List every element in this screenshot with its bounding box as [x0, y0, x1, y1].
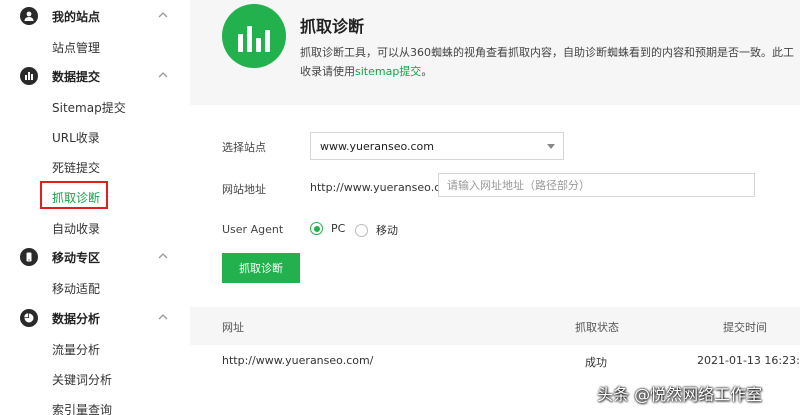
sidebar-section-label: 我的站点: [52, 10, 101, 24]
user-agent-label: User Agent: [222, 223, 284, 236]
ua-option-label: PC: [331, 222, 346, 235]
crawl-diagnosis-logo-icon: [222, 4, 286, 68]
ua-option-label: 移动: [376, 224, 398, 237]
column-header-time: 提交时间: [723, 321, 767, 334]
logo-bar: [265, 30, 270, 52]
row-url[interactable]: http://www.yueranseo.com/: [222, 354, 373, 367]
logo-bar: [247, 26, 252, 52]
row-status: 成功: [585, 356, 607, 369]
sidebar-item-sitemap-submit[interactable]: Sitemap提交: [52, 99, 126, 116]
sidebar-section-label: 移动专区: [52, 251, 101, 265]
sidebar-item-keyword-analysis[interactable]: 关键词分析: [52, 371, 112, 388]
bar-chart-icon: [20, 67, 38, 85]
pie-chart-icon: [20, 309, 38, 327]
sidebar-item-site-management[interactable]: 站点管理: [52, 39, 100, 56]
sidebar-item-index-query[interactable]: 索引量查询: [52, 401, 112, 415]
description-line: 收录请使用sitemap提交。: [300, 62, 800, 81]
chevron-up-icon[interactable]: [158, 312, 168, 322]
chevron-up-icon[interactable]: [158, 70, 168, 80]
chevron-up-icon[interactable]: [158, 10, 168, 20]
ua-radio-pc[interactable]: PC: [310, 222, 345, 235]
crawl-diagnosis-button[interactable]: 抓取诊断: [222, 253, 300, 283]
sidebar-section-label: 数据提交: [52, 70, 101, 84]
sidebar-section-data-analysis[interactable]: 数据分析: [0, 303, 190, 333]
logo-bar: [256, 38, 261, 52]
sidebar-item-crawl-diagnosis[interactable]: 抓取诊断: [52, 189, 100, 206]
sidebar-section-my-sites[interactable]: 我的站点: [0, 1, 190, 31]
mobile-icon: [20, 248, 38, 266]
sidebar-section-mobile[interactable]: 移动专区: [0, 242, 190, 272]
radio-unchecked-icon: [355, 223, 368, 237]
column-header-url: 网址: [222, 321, 244, 334]
url-label: 网站地址: [222, 183, 266, 196]
sidebar-section-label: 数据分析: [52, 312, 101, 326]
logo-bar: [238, 34, 243, 52]
sidebar-item-mobile-adapt[interactable]: 移动适配: [52, 280, 100, 297]
sidebar-item-deadlink-submit[interactable]: 死链提交: [52, 159, 100, 176]
app-root: 我的站点 站点管理 数据提交 Sitemap提交 URL收录 死链提交 抓取诊断…: [0, 0, 800, 415]
sidebar: 我的站点 站点管理 数据提交 Sitemap提交 URL收录 死链提交 抓取诊断…: [0, 0, 190, 415]
sidebar-item-auto-index[interactable]: 自动收录: [52, 220, 100, 237]
ua-radio-mobile[interactable]: 移动: [355, 222, 398, 238]
description-text: 。: [421, 65, 433, 78]
sitemap-submit-link[interactable]: sitemap提交: [355, 65, 421, 78]
site-select-value: www.yueranseo.com: [320, 140, 434, 153]
url-path-input[interactable]: [438, 173, 755, 197]
site-select[interactable]: www.yueranseo.com: [310, 132, 564, 160]
sidebar-item-url-index[interactable]: URL收录: [52, 129, 100, 146]
results-table-header: 网址 抓取状态 提交时间: [190, 307, 800, 345]
chevron-up-icon[interactable]: [158, 251, 168, 261]
site-select-label: 选择站点: [222, 141, 266, 154]
sidebar-item-traffic-analysis[interactable]: 流量分析: [52, 341, 100, 358]
description-text: 收录请使用: [300, 65, 355, 78]
radio-checked-icon: [310, 222, 323, 235]
description-line: 抓取诊断工具，可以从360蜘蛛的视角查看抓取内容，自助诊断蜘蛛看到的内容和预期是…: [300, 46, 794, 59]
page-title: 抓取诊断: [300, 17, 365, 36]
user-icon: [20, 7, 38, 25]
caret-down-icon: [547, 144, 555, 149]
tool-header: 抓取诊断 抓取诊断工具，可以从360蜘蛛的视角查看抓取内容，自助诊断蜘蛛看到的内…: [190, 0, 800, 105]
row-time: 2021-01-13 16:23:51: [697, 354, 800, 367]
tool-description: 抓取诊断工具，可以从360蜘蛛的视角查看抓取内容，自助诊断蜘蛛看到的内容和预期是…: [300, 43, 800, 81]
column-header-status: 抓取状态: [575, 321, 619, 334]
sidebar-section-data-submit[interactable]: 数据提交: [0, 61, 190, 91]
watermark: 头条 @悦然网络工作室: [597, 385, 763, 404]
